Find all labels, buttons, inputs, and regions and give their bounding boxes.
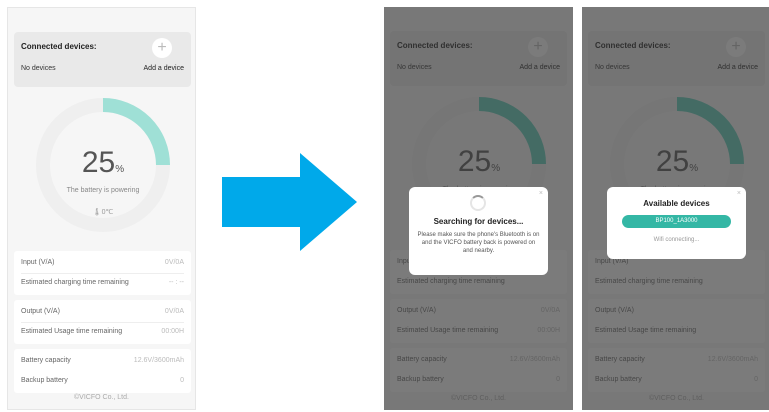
connecting-status: Wifi connecting... — [653, 237, 700, 243]
device-item-button[interactable]: BP100_1A3000 — [622, 215, 731, 228]
usage-time-label: Estimated Usage time remaining — [21, 328, 123, 335]
charge-time-value: -- : -- — [168, 279, 184, 286]
home-screen: Connected devices: + No devices Add a de… — [7, 7, 196, 410]
battery-gauge: 25% The battery is powering 🌡0℃ — [34, 96, 172, 234]
searching-message: Please make sure the phone's Bluetooth i… — [417, 232, 540, 254]
thermometer-icon: 🌡 — [92, 209, 102, 216]
backup-label: Backup battery — [21, 377, 68, 384]
close-icon[interactable]: × — [539, 190, 543, 197]
loading-spinner-icon — [470, 195, 486, 211]
arrow-right-icon — [222, 153, 357, 251]
flow-illustration: Connected devices: + No devices Add a de… — [0, 0, 769, 412]
battery-status: The battery is powering — [66, 187, 140, 194]
searching-title: Searching for devices... — [433, 217, 524, 226]
usage-time-value: 00:00H — [161, 328, 184, 335]
temperature: 🌡0℃ — [34, 208, 172, 216]
footer-copyright: ©VICFO Co., Ltd. — [74, 394, 129, 401]
charge-time-row: Estimated charging time remaining -- : -- — [21, 273, 184, 293]
output-card: Output (V/A) 0V/0A Estimated Usage time r… — [14, 300, 191, 344]
input-value: 0V/0A — [164, 259, 184, 266]
add-device-button[interactable]: Add a device — [144, 65, 184, 72]
plus-icon[interactable]: + — [152, 38, 172, 58]
capacity-value: 12.6V/3600mAh — [133, 357, 184, 364]
connected-devices-panel: Connected devices: + No devices Add a de… — [14, 32, 191, 87]
capacity-row: Battery capacity 12.6V/3600mAh — [21, 351, 184, 371]
capacity-card: Battery capacity 12.6V/3600mAh Backup bat… — [14, 349, 191, 393]
screen-content: Connected devices: + No devices Add a de… — [8, 8, 195, 409]
connected-devices-title: Connected devices: — [21, 42, 97, 51]
battery-percent: 25% — [34, 146, 172, 180]
output-label: Output (V/A) — [21, 308, 60, 315]
no-devices-label: No devices — [21, 65, 56, 72]
searching-screen: Connected devices: + No devices Add a de… — [384, 7, 573, 410]
capacity-label: Battery capacity — [21, 357, 71, 364]
searching-dialog: × Searching for devices... Please make s… — [409, 187, 548, 275]
output-row: Output (V/A) 0V/0A — [21, 302, 184, 322]
battery-percent-value: 25 — [81, 146, 116, 179]
close-icon[interactable]: × — [737, 190, 741, 197]
charge-time-label: Estimated charging time remaining — [21, 279, 129, 286]
available-devices-title: Available devices — [643, 199, 710, 208]
available-devices-screen: Connected devices: + No devices Add a de… — [582, 7, 769, 410]
backup-value: 0 — [180, 377, 184, 384]
backup-row: Backup battery 0 — [21, 371, 184, 391]
usage-time-row: Estimated Usage time remaining 00:00H — [21, 322, 184, 342]
battery-percent-sign: % — [115, 164, 125, 175]
input-row: Input (V/A) 0V/0A — [21, 253, 184, 273]
input-label: Input (V/A) — [21, 259, 55, 266]
output-value: 0V/0A — [164, 308, 184, 315]
available-devices-dialog: × Available devices BP100_1A3000 Wifi co… — [607, 187, 746, 259]
input-card: Input (V/A) 0V/0A Estimated charging time… — [14, 251, 191, 295]
temperature-value: 0℃ — [101, 209, 114, 216]
